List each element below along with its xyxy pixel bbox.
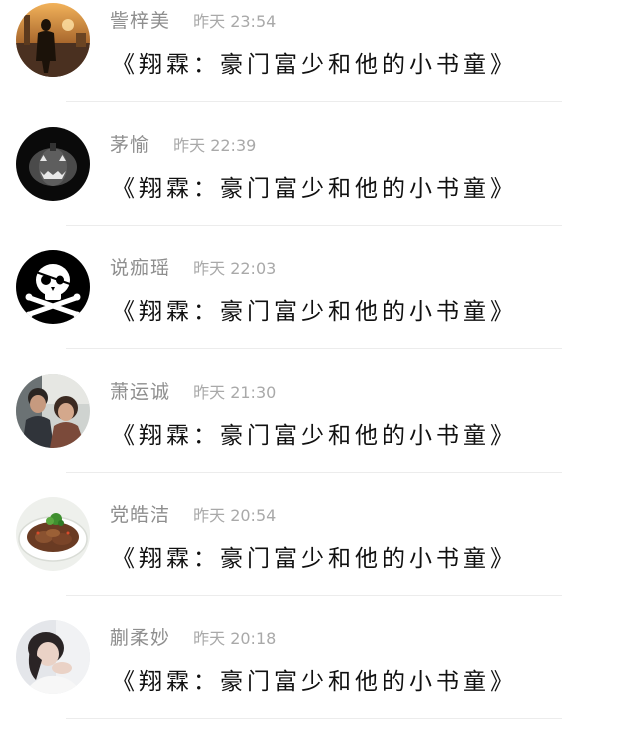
skull-crossbones-avatar-icon (16, 250, 90, 324)
food-plate-avatar-icon (16, 497, 90, 571)
message-header: 訾梓美 昨天 23:54 (110, 6, 276, 32)
avatar[interactable] (16, 497, 90, 571)
timestamp: 昨天 20:54 (193, 506, 277, 525)
message-item[interactable]: 萧运诚 昨天 21:30 《翔霖：豪门富少和他的小书童》 (0, 371, 640, 494)
sender-name[interactable]: 茅愉 (110, 134, 150, 156)
divider (66, 348, 562, 349)
message-item[interactable]: 訾梓美 昨天 23:54 《翔霖：豪门富少和他的小书童》 (0, 0, 640, 123)
sender-name[interactable]: 说痂瑶 (110, 257, 170, 279)
message-text: 《翔霖：豪门富少和他的小书童》 (112, 423, 517, 449)
avatar[interactable] (16, 3, 90, 77)
sender-name[interactable]: 萧运诚 (110, 381, 170, 403)
message-feed: 訾梓美 昨天 23:54 《翔霖：豪门富少和他的小书童》 茅愉 昨天 22:39… (0, 0, 640, 728)
silhouette-street-avatar-icon (16, 3, 90, 77)
divider (66, 472, 562, 473)
couple-photo-avatar-icon (16, 374, 90, 448)
message-text: 《翔霖：豪门富少和他的小书童》 (112, 669, 517, 695)
avatar[interactable] (16, 250, 90, 324)
message-header: 茅愉 昨天 22:39 (110, 130, 256, 156)
message-text: 《翔霖：豪门富少和他的小书童》 (112, 546, 517, 572)
message-header: 蒯柔妙 昨天 20:18 (110, 623, 276, 649)
sender-name[interactable]: 訾梓美 (110, 10, 170, 32)
message-text: 《翔霖：豪门富少和他的小书童》 (112, 299, 517, 325)
timestamp: 昨天 22:39 (173, 136, 257, 155)
divider (66, 225, 562, 226)
message-item[interactable]: 茅愉 昨天 22:39 《翔霖：豪门富少和他的小书童》 (0, 124, 640, 247)
divider (66, 718, 562, 719)
message-text: 《翔霖：豪门富少和他的小书童》 (112, 52, 517, 78)
avatar[interactable] (16, 127, 90, 201)
message-item[interactable]: 说痂瑶 昨天 22:03 《翔霖：豪门富少和他的小书童》 (0, 247, 640, 370)
message-item[interactable]: 党皓洁 昨天 20:54 《翔霖：豪门富少和他的小书童》 (0, 494, 640, 617)
message-header: 萧运诚 昨天 21:30 (110, 377, 276, 403)
timestamp: 昨天 20:18 (193, 629, 277, 648)
timestamp: 昨天 22:03 (193, 259, 277, 278)
timestamp: 昨天 23:54 (193, 12, 277, 31)
avatar[interactable] (16, 374, 90, 448)
message-text: 《翔霖：豪门富少和他的小书童》 (112, 176, 517, 202)
divider (66, 595, 562, 596)
timestamp: 昨天 21:30 (193, 383, 277, 402)
sender-name[interactable]: 蒯柔妙 (110, 627, 170, 649)
jack-o-lantern-avatar-icon (16, 127, 90, 201)
message-header: 说痂瑶 昨天 22:03 (110, 253, 276, 279)
message-item[interactable]: 蒯柔妙 昨天 20:18 《翔霖：豪门富少和他的小书童》 (0, 617, 640, 740)
portrait-photo-avatar-icon (16, 620, 90, 694)
avatar[interactable] (16, 620, 90, 694)
message-header: 党皓洁 昨天 20:54 (110, 500, 276, 526)
divider (66, 101, 562, 102)
sender-name[interactable]: 党皓洁 (110, 504, 170, 526)
